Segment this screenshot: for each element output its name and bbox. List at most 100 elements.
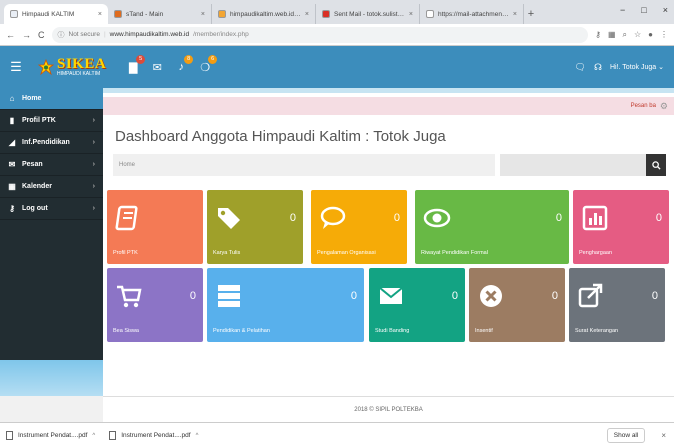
book-icon: ▮ bbox=[9, 116, 15, 125]
sidebar-item-pesan[interactable]: ✉ Pesan › bbox=[0, 154, 103, 176]
brand-subtitle: HIMPAUDI KALTIM bbox=[57, 71, 101, 77]
tab-favicon-icon bbox=[10, 10, 18, 18]
key-icon[interactable]: ⚷ bbox=[595, 30, 601, 40]
tab-list: Himpaudi KALTIM × sTand - Main × himpaudikal… bbox=[4, 4, 524, 24]
sidebar-item-kalender[interactable]: ▦ Kalender › bbox=[0, 176, 103, 198]
sidebar-item-profil-ptk[interactable]: ▮ Profil PTK › bbox=[0, 110, 103, 132]
info-icon[interactable]: ⓘ bbox=[58, 30, 65, 40]
sidebar-item-home[interactable]: ⌂ Home bbox=[0, 88, 103, 110]
url-field[interactable]: ⓘ Not secure | www.himpaudikaltim.web.id… bbox=[51, 26, 589, 43]
download-item[interactable]: Instrument Pendat....pdf ^ bbox=[6, 431, 95, 440]
profile-icon[interactable]: ● bbox=[648, 30, 653, 40]
card-label: Profil PTK bbox=[113, 250, 138, 256]
bar-chart-icon bbox=[581, 204, 609, 232]
search-box bbox=[500, 154, 666, 176]
clipboard-icon[interactable]: ▇ 5 bbox=[126, 54, 146, 74]
security-label: Not secure bbox=[68, 31, 100, 38]
menu-kebab-icon[interactable]: ⋮ bbox=[660, 30, 668, 40]
tab-close-icon[interactable]: × bbox=[201, 11, 205, 18]
window-controls: − □ × bbox=[620, 5, 668, 15]
new-tab-button[interactable]: + bbox=[524, 4, 538, 24]
download-item[interactable]: Instrument Pendat....pdf ^ bbox=[109, 431, 198, 440]
bookmark-star-icon[interactable]: ☆ bbox=[634, 30, 641, 40]
url-host: www.himpaudikaltim.web.id bbox=[109, 31, 190, 38]
tab-close-icon[interactable]: × bbox=[98, 11, 102, 18]
close-window-button[interactable]: × bbox=[663, 5, 668, 15]
file-icon bbox=[6, 431, 13, 440]
dashboard-card-profil-ptk[interactable]: Profil PTK bbox=[107, 190, 203, 264]
support-icon[interactable]: ☊ bbox=[594, 62, 602, 73]
tab-close-icon[interactable]: × bbox=[513, 11, 517, 18]
sidebar: ⌂ Home ▮ Profil PTK › ◢ Inf.Pendidikan › ✉ Pesan ›… bbox=[0, 88, 103, 396]
dashboard-card-penghargaan[interactable]: 0 Penghargaan bbox=[573, 190, 669, 264]
card-label: Bea Siswa bbox=[113, 328, 139, 334]
sidebar-footer-decoration bbox=[0, 360, 103, 396]
minimize-button[interactable]: − bbox=[620, 5, 625, 15]
footer-text: 2018 © SIPIL POLTEKBA bbox=[354, 406, 423, 413]
search-button[interactable] bbox=[646, 154, 666, 176]
brand-logo[interactable]: SIKEA HIMPAUDI KALTIM bbox=[38, 57, 106, 77]
book-icon bbox=[115, 204, 143, 232]
chat-bubble-icon bbox=[319, 204, 347, 232]
show-all-button[interactable]: Show all bbox=[606, 428, 646, 443]
hamburger-menu-icon[interactable]: ☰ bbox=[0, 46, 32, 88]
sidebar-item-label: Inf.Pendidikan bbox=[22, 139, 70, 146]
bell-icon[interactable]: ♪ 8 bbox=[174, 54, 194, 74]
sidebar-item-log-out[interactable]: ⚷ Log out › bbox=[0, 198, 103, 220]
calendar-icon: ▦ bbox=[8, 182, 16, 191]
reload-button[interactable]: C bbox=[38, 30, 45, 40]
tab-favicon-icon bbox=[426, 10, 434, 18]
app-header: ☰ SIKEA HIMPAUDI KALTIM ▇ 5 ✉ ♪ 8 ❍ 6 🗨︎ ☊ Hi!… bbox=[0, 46, 674, 88]
breadcrumb-home[interactable]: Home bbox=[119, 162, 135, 168]
card-count: 0 bbox=[350, 290, 357, 302]
sidebar-item-inf-pendidikan[interactable]: ◢ Inf.Pendidikan › bbox=[0, 132, 103, 154]
browser-tab-0[interactable]: Himpaudi KALTIM × bbox=[4, 4, 108, 24]
file-icon bbox=[109, 431, 117, 440]
browser-tab-3[interactable]: Sent Mail - totok.sulistyo@gm × bbox=[316, 4, 420, 24]
url-divider: | bbox=[103, 31, 106, 38]
envelope-icon[interactable]: ✉ bbox=[150, 61, 164, 74]
dashboard-card-insentif[interactable]: 0 Insentif bbox=[469, 268, 565, 342]
caret-up-icon[interactable]: ^ bbox=[196, 433, 199, 439]
browser-tab-4[interactable]: https://mail-attachment.googl × bbox=[420, 4, 524, 24]
breadcrumb: Home bbox=[113, 154, 495, 176]
sidebar-item-label: Home bbox=[22, 95, 42, 102]
card-count: 0 bbox=[189, 290, 196, 302]
cart-icon bbox=[115, 282, 143, 310]
caret-up-icon[interactable]: ^ bbox=[92, 433, 95, 439]
close-download-bar-button[interactable]: × bbox=[661, 431, 666, 440]
extension-icon[interactable]: ▦ bbox=[608, 30, 616, 40]
dashboard-card-pengalaman-organisasi[interactable]: 0 Pengalaman Organisasi bbox=[311, 190, 407, 264]
chat-icon[interactable]: 🗨︎ bbox=[575, 62, 586, 73]
alert-text: Pesan ba bbox=[630, 103, 656, 109]
back-button[interactable]: ← bbox=[6, 30, 15, 40]
chevron-right-icon: › bbox=[92, 139, 95, 146]
home-icon: ⌂ bbox=[9, 94, 15, 103]
chat-icon[interactable]: ❍ 6 bbox=[198, 54, 218, 74]
brand-name: SIKEA bbox=[57, 56, 107, 72]
main-content: Pesan ba ⚙ Dashboard Anggota Himpaudi Ka… bbox=[103, 88, 674, 396]
caret-down-icon: ⌄ bbox=[658, 64, 664, 71]
zoom-icon[interactable]: ⌕ bbox=[623, 30, 627, 40]
card-label: Pengalaman Organisasi bbox=[317, 250, 376, 256]
dashboard-card-riwayat-pendidikan-formal[interactable]: 0 Riwayat Pendidikan Formal bbox=[415, 190, 569, 264]
dashboard-card-studi-banding[interactable]: 0 Studi Banding bbox=[369, 268, 465, 342]
dashboard-card-karya-tulis[interactable]: 0 Karya Tulis bbox=[207, 190, 303, 264]
tab-close-icon[interactable]: × bbox=[409, 11, 413, 18]
tab-title: https://mail-attachment.googl bbox=[438, 10, 509, 18]
message-alert-bar: Pesan ba ⚙ bbox=[103, 97, 674, 115]
browser-tab-1[interactable]: sTand - Main × bbox=[108, 4, 212, 24]
browser-tab-2[interactable]: himpaudikaltim.web.id / local / × bbox=[212, 4, 316, 24]
forward-button[interactable]: → bbox=[22, 30, 31, 40]
gear-icon[interactable]: ⚙ bbox=[660, 101, 668, 112]
user-menu[interactable]: Hi!. Totok Juga ⌄ bbox=[610, 63, 664, 71]
dashboard-card-pendidikan-pelatihan[interactable]: 0 Pendidikan & Pelatihan bbox=[207, 268, 364, 342]
tag-icon bbox=[215, 204, 243, 232]
chevron-right-icon: › bbox=[92, 161, 95, 168]
dashboard-card-bea-siswa[interactable]: 0 Bea Siswa bbox=[107, 268, 203, 342]
card-label: Insentif bbox=[475, 328, 493, 334]
dashboard-card-surat-keterangan[interactable]: 0 Surat Keterangan bbox=[569, 268, 665, 342]
maximize-button[interactable]: □ bbox=[641, 5, 646, 15]
search-input[interactable] bbox=[500, 154, 646, 176]
tab-close-icon[interactable]: × bbox=[305, 11, 309, 18]
